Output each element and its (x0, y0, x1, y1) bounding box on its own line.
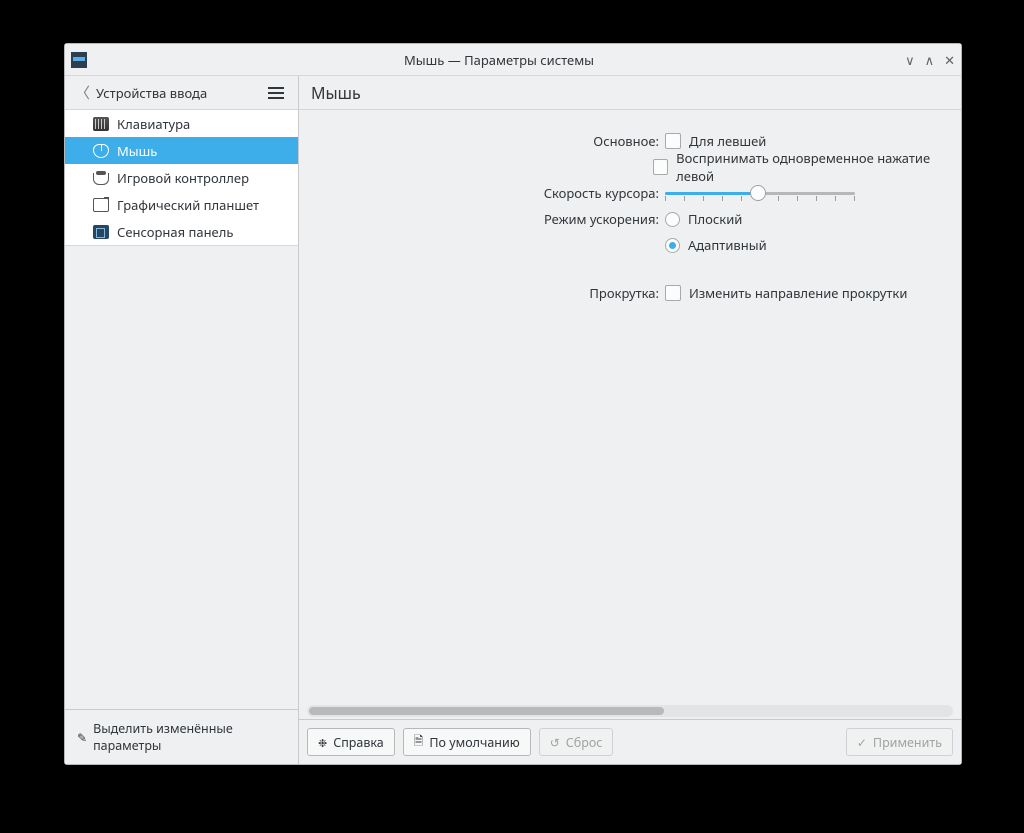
option-flat: Плоский (688, 210, 742, 228)
slider-thumb[interactable] (750, 185, 766, 201)
label-accel-mode: Режим ускорения: (299, 210, 665, 228)
reset-button: Сброс (539, 728, 614, 756)
sidebar-footer: Выделить изменённые параметры (65, 709, 298, 764)
highlight-changes-button[interactable]: Выделить изменённые параметры (71, 716, 292, 758)
label-pointer-speed: Скорость курсора: (299, 184, 665, 202)
undo-icon (550, 734, 560, 751)
option-invert-scroll: Изменить направление прокрутки (689, 284, 907, 302)
sidebar-item-tablet[interactable]: Графический планшет (65, 191, 298, 218)
nav-list: Клавиатура Мышь Игровой контроллер Графи… (65, 110, 298, 246)
sidebar-title[interactable]: Устройства ввода (96, 84, 264, 102)
defaults-button[interactable]: По умолчанию (403, 728, 531, 756)
label-scroll: Прокрутка: (299, 284, 665, 302)
option-adaptive: Адаптивный (688, 236, 767, 254)
option-simultaneous: Воспринимать одновременное нажатие левой (676, 149, 961, 185)
apply-label: Применить (873, 734, 942, 751)
pencil-icon (77, 729, 87, 746)
reset-label: Сброс (566, 734, 603, 751)
radio-flat[interactable] (665, 212, 680, 227)
gamepad-icon (93, 171, 109, 185)
checkbox-simultaneous-press[interactable] (653, 159, 669, 175)
help-icon (318, 734, 327, 751)
highlight-changes-label: Выделить изменённые параметры (93, 720, 286, 754)
close-button[interactable]: ✕ (944, 51, 955, 69)
menu-icon[interactable] (264, 83, 288, 103)
label-main: Основное: (299, 132, 665, 150)
help-button[interactable]: Справка (307, 728, 395, 756)
check-icon (857, 734, 867, 751)
minimize-button[interactable]: ∨ (905, 51, 915, 69)
keyboard-icon (93, 117, 109, 131)
sidebar-item-gamepad[interactable]: Игровой контроллер (65, 164, 298, 191)
footer-toolbar: Справка По умолчанию Сброс Применить (299, 719, 961, 764)
sidebar-item-keyboard[interactable]: Клавиатура (65, 110, 298, 137)
window-controls: ∨ ∧ ✕ (905, 51, 955, 69)
content-area: Мышь Основное: Для левшей Воспринимать о… (299, 76, 961, 764)
sidebar-item-mouse[interactable]: Мышь (65, 137, 298, 164)
app-icon (71, 52, 87, 68)
page-title: Мышь (311, 82, 361, 104)
checkbox-invert-scroll[interactable] (665, 285, 681, 301)
titlebar: Мышь — Параметры системы ∨ ∧ ✕ (65, 44, 961, 76)
checkbox-left-handed[interactable] (665, 133, 681, 149)
horizontal-scrollbar[interactable] (307, 705, 953, 717)
content-header: Мышь (299, 76, 961, 110)
document-icon (414, 732, 424, 753)
maximize-button[interactable]: ∧ (925, 51, 935, 69)
defaults-label: По умолчанию (429, 734, 519, 751)
sidebar-item-label: Клавиатура (117, 115, 190, 133)
sidebar-item-touchpad[interactable]: Сенсорная панель (65, 218, 298, 245)
window-title: Мышь — Параметры системы (93, 51, 905, 69)
window-body: 〈 Устройства ввода Клавиатура Мышь Игров… (65, 76, 961, 764)
sidebar-item-label: Графический планшет (117, 196, 259, 214)
sidebar: 〈 Устройства ввода Клавиатура Мышь Игров… (65, 76, 299, 764)
settings-window: Мышь — Параметры системы ∨ ∧ ✕ 〈 Устройс… (64, 43, 962, 765)
mouse-icon (93, 144, 109, 158)
sidebar-item-label: Сенсорная панель (117, 223, 233, 241)
touchpad-icon (93, 225, 109, 239)
settings-form: Основное: Для левшей Воспринимать одновр… (299, 110, 961, 703)
radio-adaptive[interactable] (665, 238, 680, 253)
help-label: Справка (333, 734, 384, 751)
tablet-icon (93, 198, 109, 212)
option-left-handed: Для левшей (689, 132, 766, 150)
sidebar-header: 〈 Устройства ввода (65, 76, 298, 110)
apply-button: Применить (846, 728, 953, 756)
back-icon[interactable]: 〈 (75, 82, 90, 103)
pointer-speed-slider[interactable] (665, 184, 855, 202)
sidebar-item-label: Мышь (117, 142, 157, 160)
sidebar-item-label: Игровой контроллер (117, 169, 249, 187)
